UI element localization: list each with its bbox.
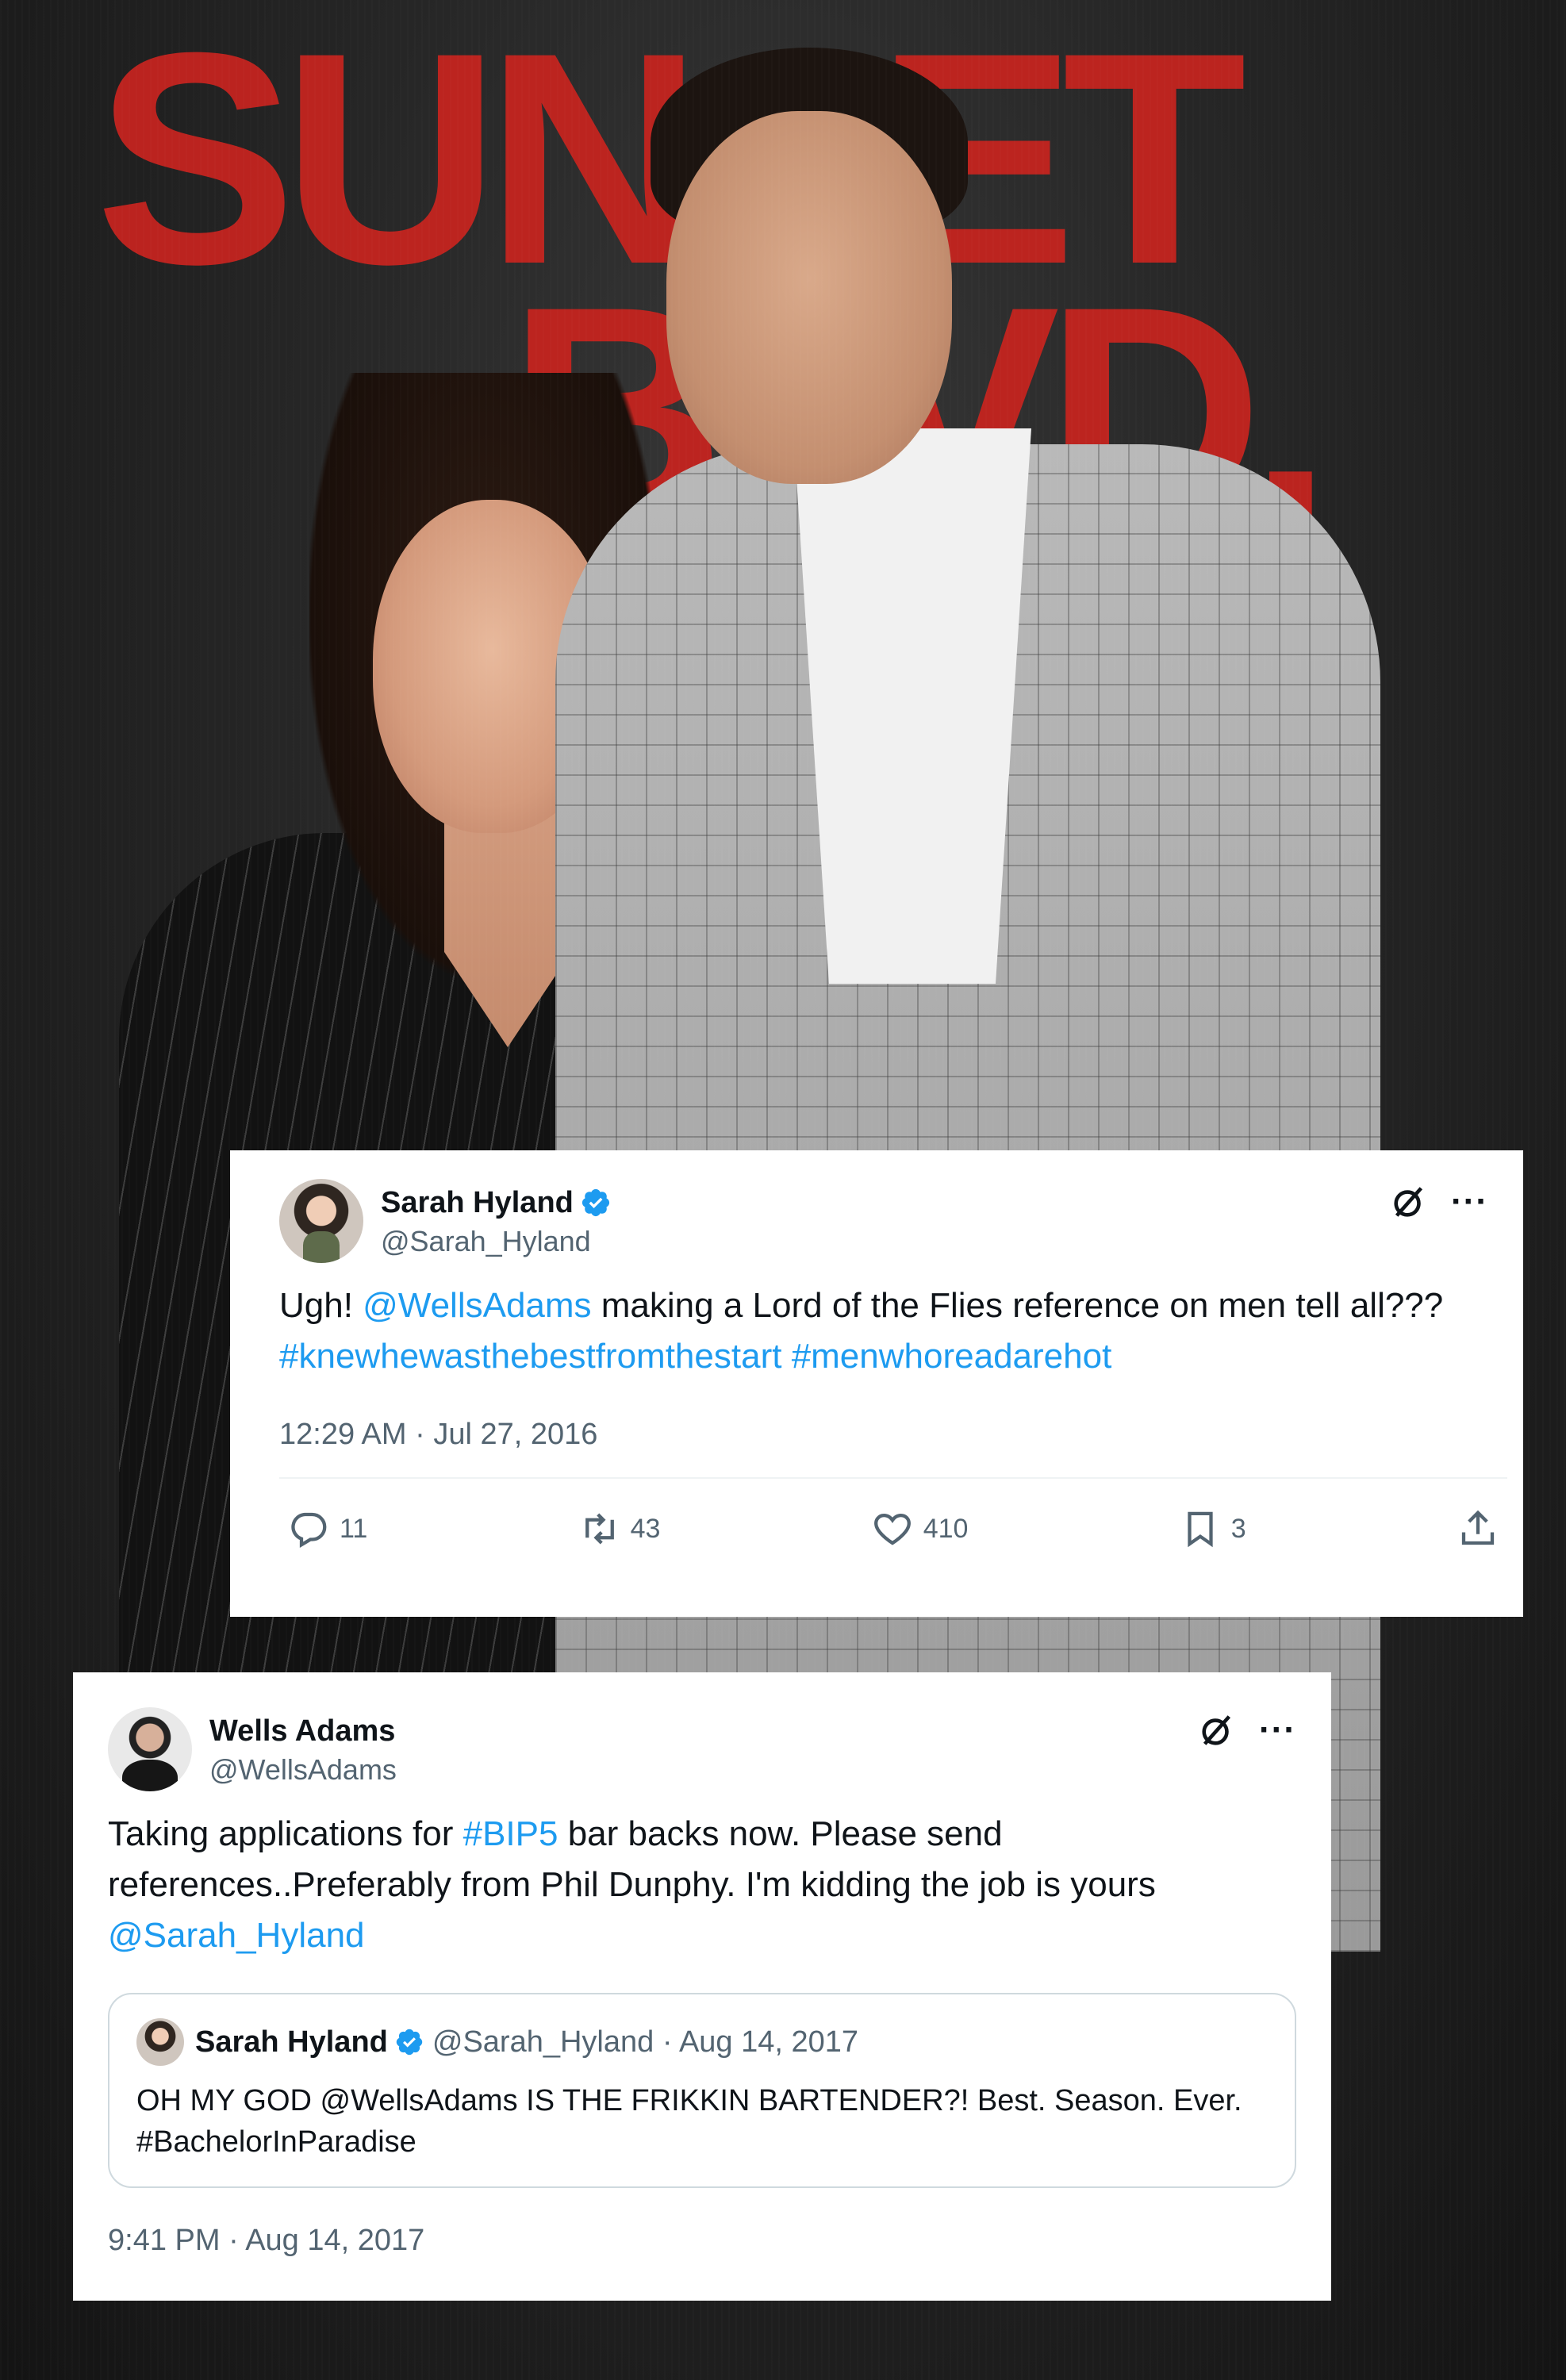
mention-link[interactable]: @WellsAdams — [363, 1286, 591, 1325]
handle[interactable]: @Sarah_Hyland — [381, 1222, 612, 1261]
repost-count: 43 — [630, 1513, 661, 1544]
timestamp[interactable]: 12:29 AM · Jul 27, 2016 — [279, 1415, 1488, 1453]
avatar[interactable] — [108, 1707, 192, 1791]
avatar — [136, 2018, 184, 2066]
author-info: Wells Adams @WellsAdams — [209, 1707, 397, 1790]
woman-face — [373, 500, 611, 833]
like-icon — [873, 1513, 911, 1545]
hashtag-link[interactable]: #knewhewasthebestfromthestart — [279, 1337, 781, 1376]
handle[interactable]: @WellsAdams — [209, 1750, 397, 1790]
quoted-display-name: Sarah Hyland — [195, 2025, 388, 2059]
mention-link[interactable]: @Sarah_Hyland — [108, 1916, 365, 1955]
quoted-tweet-text: OH MY GOD @WellsAdams IS THE FRIKKIN BAR… — [136, 2084, 1251, 2159]
reply-button[interactable]: 11 — [287, 1507, 367, 1550]
action-bar: 11 43 410 3 — [279, 1479, 1499, 1579]
display-name[interactable]: Wells Adams — [209, 1712, 395, 1750]
repost-button[interactable]: 43 — [578, 1507, 661, 1550]
verified-badge-icon — [581, 1188, 609, 1217]
share-button[interactable] — [1457, 1507, 1499, 1550]
bookmark-icon — [1188, 1511, 1213, 1548]
quoted-handle-date: @Sarah_Hyland · Aug 14, 2017 — [432, 2025, 859, 2059]
more-icon[interactable]: ··· — [1259, 1713, 1296, 1748]
tweet-card-sarah: Sarah Hyland @Sarah_Hyland ··· Ugh! @Wel… — [230, 1150, 1523, 1617]
tweet-header: Sarah Hyland @Sarah_Hyland ··· — [279, 1179, 1488, 1263]
author-info: Sarah Hyland @Sarah_Hyland — [381, 1179, 612, 1261]
tweet-text: Taking applications for #BIP5 bar backs … — [108, 1814, 1166, 1955]
sunset-blvd-sign: SUNSET BLVD. — [95, 0, 1333, 581]
hashtag-link[interactable]: #BIP5 — [463, 1814, 558, 1853]
tweet-header: Wells Adams @WellsAdams ··· — [108, 1707, 1296, 1791]
quoted-tweet-header: Sarah Hyland @Sarah_Hyland · Aug 14, 201… — [136, 2018, 1269, 2066]
man-face — [666, 111, 952, 484]
repost-icon — [585, 1513, 614, 1545]
display-name[interactable]: Sarah Hyland — [381, 1184, 574, 1222]
hashtag-link[interactable]: #menwhoreadarehot — [792, 1337, 1112, 1376]
grok-icon[interactable] — [1199, 1712, 1235, 1749]
reply-count: 11 — [340, 1513, 368, 1544]
like-button[interactable]: 410 — [871, 1507, 969, 1550]
man-white-shirt — [793, 428, 1031, 984]
share-icon — [1461, 1510, 1495, 1545]
bookmark-button[interactable]: 3 — [1179, 1507, 1246, 1550]
verified-badge-icon — [396, 2029, 423, 2056]
grok-icon[interactable] — [1391, 1184, 1427, 1220]
woman-hair — [309, 373, 658, 976]
timestamp[interactable]: 9:41 PM · Aug 14, 2017 — [108, 2221, 1296, 2259]
woman-neck — [444, 809, 571, 1047]
bookmark-count: 3 — [1230, 1513, 1246, 1544]
reply-icon — [291, 1512, 327, 1549]
like-count: 410 — [923, 1513, 969, 1544]
tweet-card-wells: Wells Adams @WellsAdams ··· Taking appli… — [73, 1672, 1331, 2301]
quoted-tweet[interactable]: Sarah Hyland @Sarah_Hyland · Aug 14, 201… — [108, 1993, 1296, 2188]
avatar[interactable] — [279, 1179, 363, 1263]
man-hair — [651, 48, 968, 238]
tweet-text: Ugh! @WellsAdams making a Lord of the Fl… — [279, 1286, 1453, 1376]
more-icon[interactable]: ··· — [1451, 1184, 1488, 1219]
